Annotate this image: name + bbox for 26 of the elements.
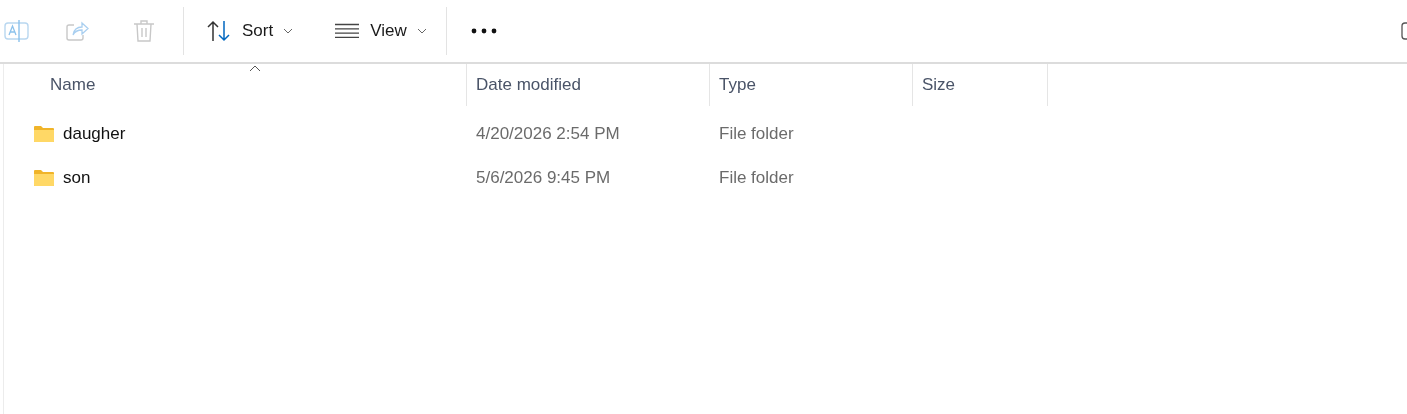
column-header[interactable]: Type — [710, 64, 913, 106]
chevron-down-icon — [283, 28, 294, 34]
column-header[interactable]: Name — [4, 64, 467, 106]
file-name: daugher — [63, 124, 126, 144]
view-button[interactable]: View — [326, 9, 435, 53]
type-cell: File folder — [719, 168, 794, 188]
rename-icon — [4, 19, 30, 43]
date-cell: 4/20/2026 2:54 PM — [476, 124, 620, 144]
column-header[interactable]: Date modified — [467, 64, 710, 106]
type-cell: File folder — [719, 124, 794, 144]
chevron-down-icon — [416, 28, 427, 34]
column-header[interactable]: Size — [913, 64, 1048, 106]
more-icon — [470, 28, 497, 34]
file-row[interactable]: daugher 4/20/2026 2:54 PM File folder — [4, 112, 1407, 156]
folder-icon — [33, 169, 55, 187]
sort-icon — [206, 20, 232, 42]
folder-icon — [33, 125, 55, 143]
trash-icon — [133, 19, 155, 43]
sort-button[interactable]: Sort — [198, 9, 302, 53]
file-row[interactable]: son 5/6/2026 9:45 PM File folder — [4, 156, 1407, 200]
panel-icon[interactable] — [1401, 22, 1407, 40]
sort-ascending-icon — [249, 65, 261, 72]
lines-icon — [334, 23, 361, 39]
file-name: son — [63, 168, 91, 188]
share-icon — [65, 20, 89, 42]
date-cell: 5/6/2026 9:45 PM — [476, 168, 611, 188]
